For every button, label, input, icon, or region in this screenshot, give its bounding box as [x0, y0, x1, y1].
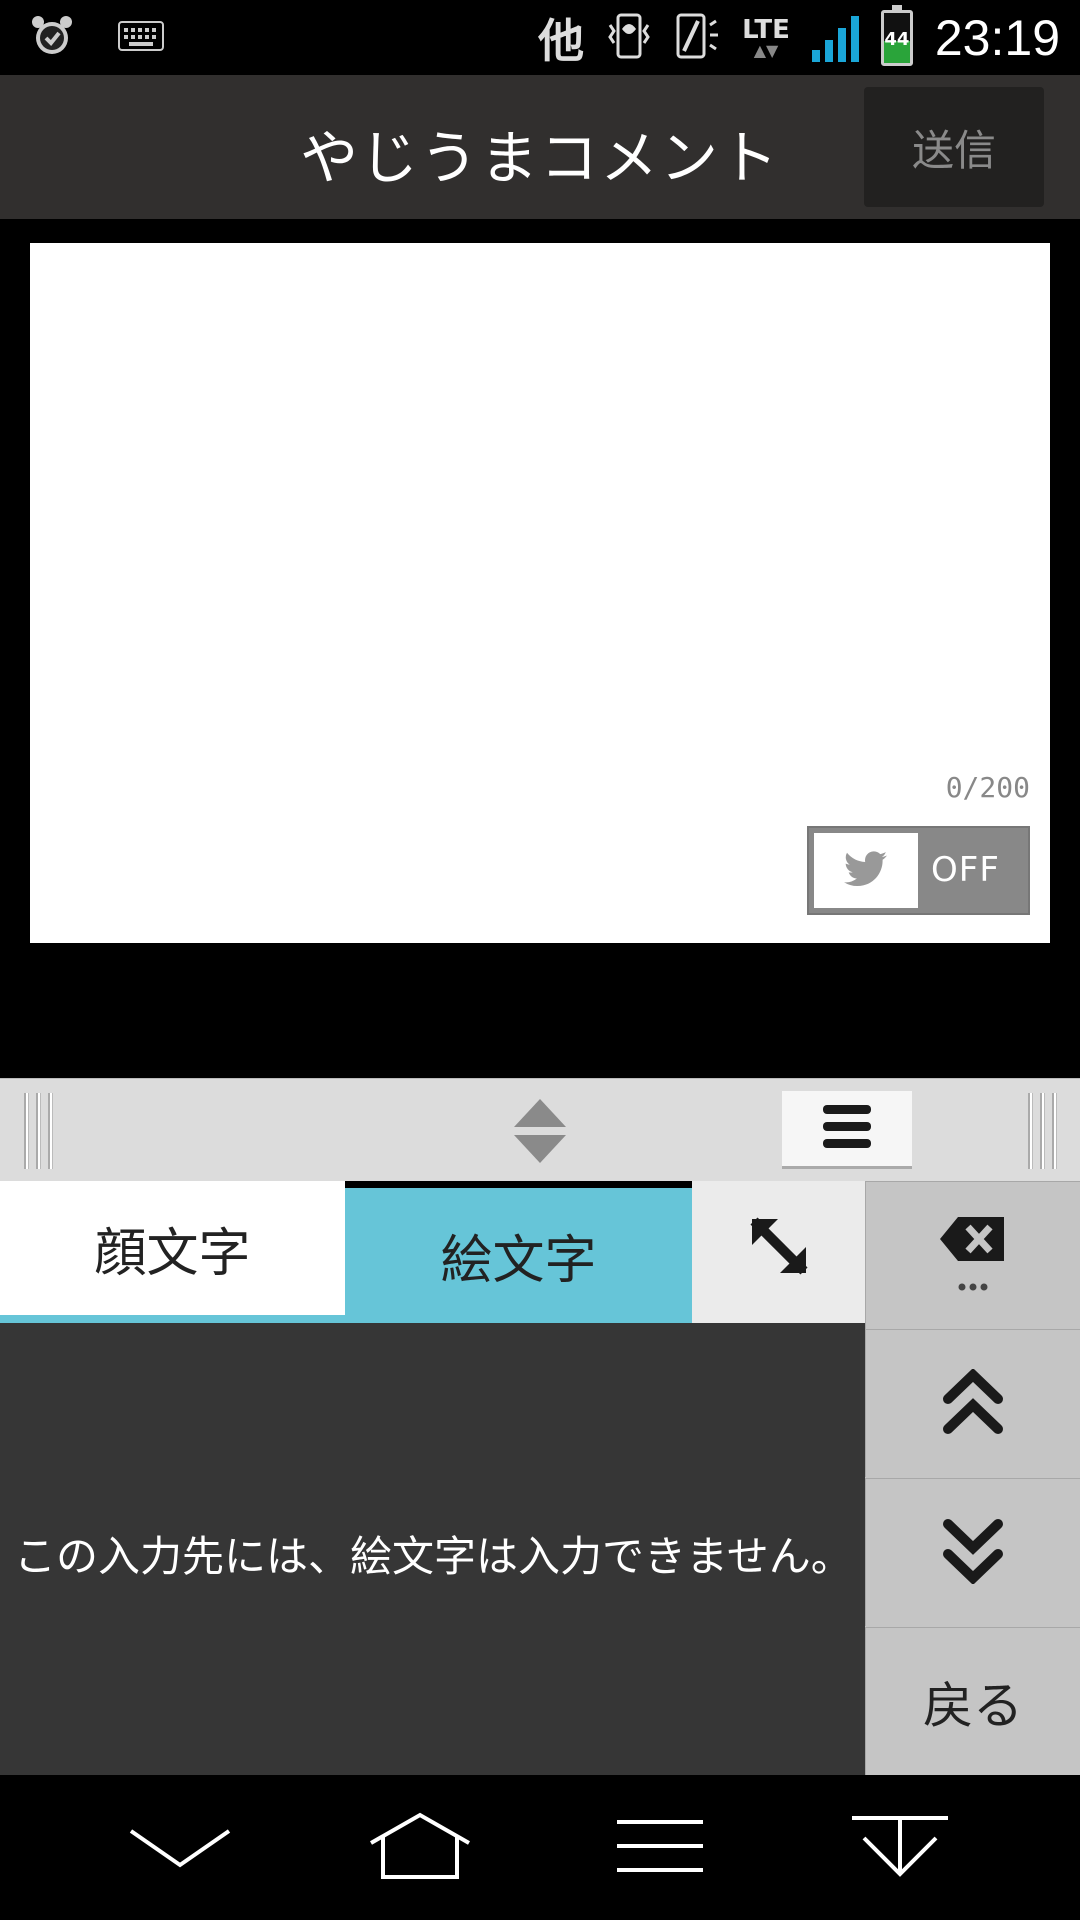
back-key[interactable]: 戻る	[865, 1627, 1080, 1775]
app-header: やじうまコメント 送信	[0, 75, 1080, 219]
double-chevron-down-icon	[942, 1518, 1004, 1588]
status-bar: 他 LTE ▲▼ 44 23:19	[0, 0, 1080, 75]
twitter-toggle-state: OFF	[931, 850, 1000, 890]
comment-input[interactable]: 0/200 OFF	[30, 243, 1050, 943]
resize-handle-icon[interactable]	[510, 1097, 570, 1165]
vibration-icon	[606, 11, 652, 65]
keyboard-menu-button[interactable]	[782, 1091, 912, 1169]
nav-home-button[interactable]	[360, 1803, 480, 1893]
keyboard-tab-row: 顔文字 絵文字	[0, 1181, 865, 1323]
send-button[interactable]: 送信	[864, 87, 1044, 207]
hide-keyboard-icon	[850, 1814, 950, 1882]
page-up-key[interactable]	[865, 1329, 1080, 1477]
unsupported-message: この入力先には、絵文字は入力できません。	[14, 1532, 853, 1581]
char-count: 0/200	[945, 771, 1030, 804]
page-down-key[interactable]	[865, 1478, 1080, 1626]
twitter-share-toggle[interactable]: OFF	[807, 826, 1030, 915]
side-keys: 戻る	[865, 1181, 1080, 1775]
expand-button[interactable]	[692, 1181, 865, 1323]
status-other-indicator: 他	[538, 14, 585, 68]
nav-hide-keyboard-button[interactable]	[840, 1803, 960, 1893]
keyboard-icon	[118, 21, 164, 55]
chevron-down-icon	[125, 1821, 235, 1875]
left-grip-handle[interactable]	[18, 1093, 58, 1169]
menu-icon	[821, 1103, 873, 1155]
menu-icon	[615, 1818, 705, 1878]
navigation-bar	[0, 1775, 1080, 1920]
tab-emoji[interactable]: 絵文字	[345, 1188, 692, 1323]
nav-back-button[interactable]	[120, 1803, 240, 1893]
clock: 23:19	[934, 10, 1060, 66]
battery-icon: 44	[880, 5, 913, 66]
backspace-key[interactable]	[865, 1181, 1080, 1329]
alarm-icon	[30, 14, 74, 62]
emoji-panel: この入力先には、絵文字は入力できません。	[0, 1323, 865, 1775]
backspace-icon	[938, 1215, 1008, 1297]
double-chevron-up-icon	[942, 1367, 1004, 1439]
nav-menu-button[interactable]	[600, 1803, 720, 1893]
network-type: LTE ▲▼	[742, 15, 790, 60]
signal-icon	[811, 14, 859, 62]
expand-diagonal-icon	[748, 1215, 810, 1290]
tab-kaomoji[interactable]: 顔文字	[0, 1181, 345, 1323]
twitter-toggle-knob	[814, 833, 918, 908]
battery-level: 44	[884, 29, 910, 50]
keyboard-toolbar	[0, 1078, 1080, 1181]
twitter-icon	[844, 850, 888, 891]
home-icon	[365, 1811, 475, 1885]
right-grip-handle[interactable]	[1022, 1093, 1062, 1169]
nfc-icon	[674, 11, 720, 65]
